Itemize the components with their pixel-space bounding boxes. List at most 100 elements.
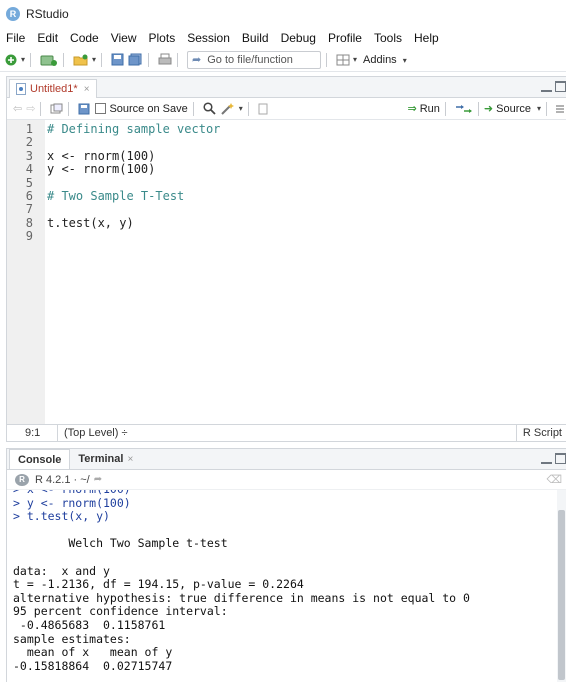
- menu-tools[interactable]: Tools: [368, 28, 408, 48]
- source-on-save-label: Source on Save: [109, 102, 188, 115]
- tab-console[interactable]: Console: [9, 449, 71, 469]
- back-arrow-icon[interactable]: ⇦: [13, 100, 22, 118]
- console-scrollbar[interactable]: [557, 490, 566, 682]
- console-header: R R 4.2.1 · ~/ ➦ ⌫: [7, 470, 566, 490]
- code-text: # Defining sample vector: [47, 122, 221, 136]
- toolbar-separator: [444, 101, 446, 116]
- menu-plots[interactable]: Plots: [143, 28, 182, 48]
- console-output-line: Welch Two Sample t-test: [13, 536, 228, 551]
- console-output-line: -0.4865683 0.1158761: [13, 618, 166, 632]
- source-on-save-toggle[interactable]: Source on Save: [95, 102, 188, 115]
- console-scrollbar-thumb[interactable]: [558, 510, 565, 680]
- close-tab-icon[interactable]: ×: [84, 84, 90, 95]
- toolbar-separator: [101, 52, 103, 67]
- open-recent-dropdown-icon[interactable]: ▾: [92, 55, 96, 64]
- clear-console-icon[interactable]: ⌫: [546, 473, 562, 486]
- menu-debug[interactable]: Debug: [275, 28, 322, 48]
- code-tools-dropdown-icon[interactable]: ▾: [239, 104, 243, 113]
- compile-report-icon[interactable]: [258, 100, 268, 118]
- file-type-selector[interactable]: R Script: [515, 425, 562, 441]
- save-file-icon[interactable]: [78, 100, 90, 118]
- toolbar-separator: [326, 52, 328, 67]
- menu-build[interactable]: Build: [236, 28, 275, 48]
- code-tools-wand-icon[interactable]: [220, 100, 236, 118]
- menu-session[interactable]: Session: [181, 28, 236, 48]
- toolbar-separator: [247, 101, 249, 116]
- document-outline-icon[interactable]: [556, 100, 564, 118]
- console-output[interactable]: > x <- rnorm(100)> y <- rnorm(100)> t.te…: [7, 490, 557, 682]
- tab-label: Untitled1*: [30, 83, 78, 95]
- menu-view[interactable]: View: [105, 28, 143, 48]
- toolbar-separator: [177, 52, 179, 67]
- console-pane: Console Terminal× R R 4.2.1 · ~/ ➦ ⌫ > x …: [6, 448, 566, 682]
- addins-menu[interactable]: Addins ▾: [363, 54, 407, 66]
- source-toolbar: ⇦ ⇨ Source on Save ▾ ⇒ Run ➜ Source ▾: [7, 98, 566, 120]
- r-file-icon: [16, 83, 26, 95]
- main-toolbar: ▾ ▾ ➦ Go to file/function ▾ Addins ▾: [0, 48, 566, 72]
- source-arrow-icon: ➜: [483, 103, 494, 115]
- run-arrow-icon: ⇒: [407, 103, 417, 115]
- line-number: 6: [25, 189, 33, 203]
- menu-file[interactable]: File: [0, 28, 31, 48]
- editor-status-bar: 9:1 (Top Level) ÷ R Script: [7, 424, 566, 441]
- minimize-pane-icon[interactable]: [541, 81, 552, 92]
- show-in-window-icon[interactable]: [50, 100, 63, 118]
- console-pane-controls: [541, 453, 566, 464]
- tab-terminal[interactable]: Terminal ×: [70, 449, 141, 469]
- cursor-position: 9:1: [25, 427, 41, 439]
- menu-code[interactable]: Code: [64, 28, 105, 48]
- menu-edit[interactable]: Edit: [31, 28, 64, 48]
- run-button[interactable]: ⇒ Run: [407, 102, 440, 116]
- console-input-line: > y <- rnorm(100): [13, 495, 131, 510]
- tab-label: Console: [18, 453, 62, 466]
- source-on-save-checkbox[interactable]: [95, 103, 107, 114]
- toolbar-separator: [30, 52, 32, 67]
- code-text: # Two Sample T-Test: [47, 189, 185, 203]
- line-number: 7: [25, 202, 33, 217]
- console-output-line: data: x and y: [13, 563, 110, 578]
- search-icon[interactable]: [203, 100, 216, 118]
- open-file-icon[interactable]: [73, 51, 89, 69]
- line-number: 2: [25, 135, 33, 150]
- line-number: 5: [25, 175, 33, 190]
- maximize-pane-icon[interactable]: [555, 453, 566, 464]
- console-output-line: alternative hypothesis: true difference …: [13, 590, 470, 605]
- line-number: 9: [25, 229, 33, 244]
- menu-help[interactable]: Help: [408, 28, 445, 48]
- forward-arrow-icon[interactable]: ⇨: [26, 100, 35, 118]
- new-file-dropdown-icon[interactable]: ▾: [21, 55, 25, 64]
- line-number: 3: [25, 148, 33, 163]
- toolbar-separator: [68, 101, 70, 116]
- title-bar: R RStudio: [0, 0, 566, 28]
- toolbar-separator: [40, 101, 42, 116]
- console-tabstrip: Console Terminal ×: [7, 449, 566, 470]
- menu-profile[interactable]: Profile: [322, 28, 368, 48]
- code-text: y <- rnorm(100): [47, 162, 156, 177]
- pane-layout-dropdown-icon[interactable]: ▾: [353, 55, 357, 64]
- source-dropdown-icon[interactable]: ▾: [537, 104, 541, 113]
- pane-layout-icon[interactable]: [336, 51, 350, 69]
- new-file-icon[interactable]: [4, 51, 18, 69]
- go-to-directory-icon[interactable]: ➦: [94, 474, 102, 485]
- go-to-file-input[interactable]: ➦ Go to file/function: [187, 50, 322, 69]
- print-icon[interactable]: [158, 51, 172, 69]
- toolbar-separator: [148, 52, 150, 67]
- scope-selector[interactable]: (Top Level) ÷: [57, 425, 128, 441]
- tab-label: Terminal: [78, 453, 124, 465]
- save-all-icon[interactable]: [128, 51, 143, 69]
- source-button[interactable]: ➜ Source ▾: [483, 102, 541, 116]
- maximize-pane-icon[interactable]: [555, 81, 566, 92]
- go-to-arrow-icon: ➦: [192, 54, 202, 66]
- code-editor[interactable]: 1 # Defining sample vector 2 3 x <- rnorm(10…: [7, 120, 566, 426]
- tab-untitled1[interactable]: Untitled1* ×: [9, 79, 97, 98]
- close-tab-icon[interactable]: ×: [127, 454, 133, 465]
- minimize-pane-icon[interactable]: [541, 453, 552, 464]
- save-icon[interactable]: [111, 51, 124, 69]
- r-logo-icon: R: [15, 473, 29, 486]
- source-tabstrip: Untitled1* ×: [7, 77, 566, 98]
- new-project-icon[interactable]: [40, 51, 58, 69]
- rerun-icon[interactable]: [455, 100, 473, 118]
- source-label: Source: [496, 102, 531, 115]
- console-output-line: t = -1.2136, df = 194.15, p-value = 0.22…: [13, 577, 304, 592]
- toolbar-separator: [477, 101, 479, 116]
